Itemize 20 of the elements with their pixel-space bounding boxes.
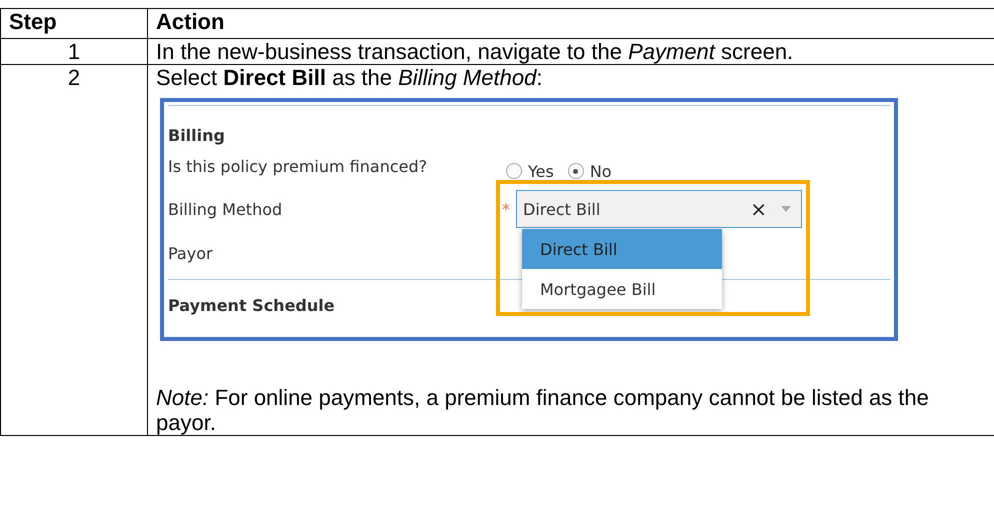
dropdown-option[interactable]: Direct Bill	[522, 229, 722, 269]
column-header: Action	[148, 8, 994, 38]
dropdown-option[interactable]: Mortgagee Bill	[522, 269, 722, 309]
section-title: Billing	[168, 126, 225, 145]
billing-method-select[interactable]: Direct Bill ×	[516, 190, 802, 228]
step-number: 1	[0, 38, 148, 64]
column-header: Step	[0, 8, 148, 38]
field-label: Billing Method	[168, 200, 284, 218]
field-label: Is this policy premium financed?	[168, 156, 428, 176]
step-instruction: Select Direct Bill as the Billing Method:	[156, 65, 544, 90]
note-text: Note: For online payments, a premium finance company cannot be listed as the payor.	[156, 385, 930, 435]
step-instruction: In the new-business transaction, navigate to the Payment screen.	[156, 39, 794, 64]
field-label: Payor	[168, 244, 214, 262]
clear-button[interactable]: ×	[750, 197, 781, 221]
section-title: Payment Schedule	[168, 296, 335, 315]
caret-icon	[781, 206, 791, 212]
step-number: 2	[0, 64, 148, 436]
radio-option[interactable]: No	[568, 162, 612, 180]
radio-option[interactable]: Yes	[506, 162, 554, 180]
required-mark: *	[502, 200, 510, 218]
